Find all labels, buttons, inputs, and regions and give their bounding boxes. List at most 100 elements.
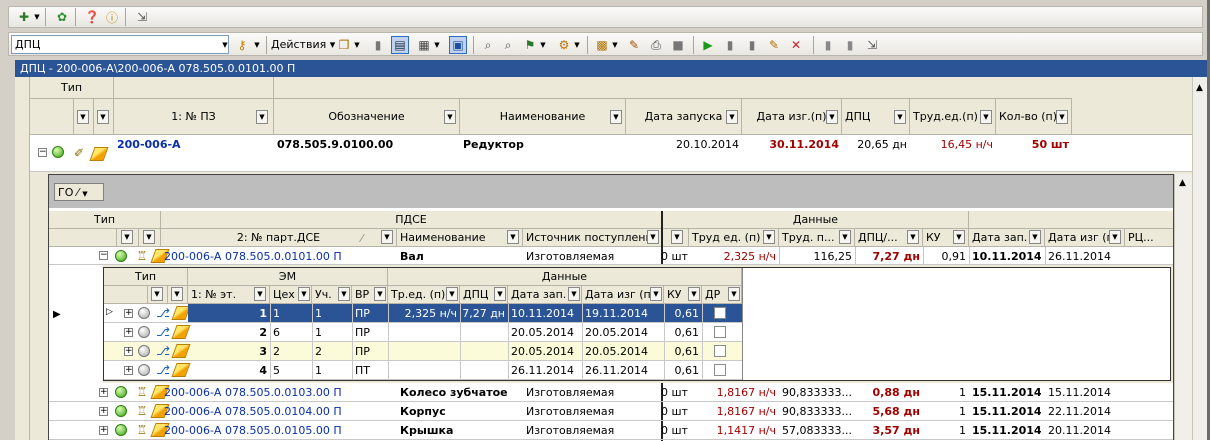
- delete-icon[interactable]: ✕: [787, 36, 805, 54]
- column-header-tr-ed[interactable]: Тр.ед. (п) ▼: [388, 286, 460, 304]
- column-header-shop[interactable]: Цех ▼: [270, 286, 312, 304]
- column-header-launch[interactable]: Дата запуска ▼: [626, 99, 742, 135]
- column-header-ku[interactable]: КУ ▼: [664, 286, 702, 304]
- column-header-ku[interactable]: КУ ▼: [923, 229, 969, 247]
- column-header-pz[interactable]: 1: № ПЗ ▼: [114, 99, 274, 135]
- view-table-icon[interactable]: ▦: [415, 36, 433, 54]
- column-header-labor[interactable]: Труд.ед.(п) ▼: [910, 99, 996, 135]
- table-row[interactable]: + ⎇ 3 2 2 ПР 20.05.2014 20.05.2014 0,61: [104, 342, 742, 361]
- table-row[interactable]: ▷ + ⎇ 1 1 1 ПР 2,325 н/ч 7,27 дн 10.11.2…: [104, 304, 742, 323]
- column-header-start[interactable]: Дата зап. ▼: [969, 229, 1045, 247]
- column-header-dpc[interactable]: ДПЦ ▼: [842, 99, 910, 135]
- group-chip-go[interactable]: ГО ⁄ ▼: [54, 183, 104, 201]
- column-header-name[interactable]: Наименование ▼: [460, 99, 626, 135]
- report-icon[interactable]: ✎: [625, 36, 643, 54]
- filter-icon[interactable]: ⚑: [521, 36, 539, 54]
- column-header-labor-p[interactable]: Труд. п... ▼: [779, 229, 855, 247]
- table-row[interactable]: − ✐ 200-006-А 078.505.9.0100.00 Редуктор…: [30, 135, 1192, 172]
- expand-toggle[interactable]: +: [124, 328, 133, 337]
- part-number[interactable]: 200-006-А 078.505.0.0104.00 П: [161, 404, 345, 418]
- table-row[interactable]: + ♖ 200-006-А 078.505.0.0104.00 П Корпус…: [49, 402, 1173, 421]
- actions-menu[interactable]: Действия ▾: [271, 38, 335, 51]
- chevron-down-icon[interactable]: ▼: [539, 36, 547, 54]
- outer-scrollbar[interactable]: ▲: [1192, 77, 1207, 440]
- expand-toggle[interactable]: +: [99, 407, 108, 416]
- column-header-dpc[interactable]: ДПЦ ▼: [460, 286, 508, 304]
- export-icon[interactable]: ⇲: [863, 36, 881, 54]
- pages-icon[interactable]: ▮: [743, 36, 761, 54]
- chevron-down-icon[interactable]: ▼: [221, 36, 229, 54]
- expand-toggle[interactable]: +: [124, 366, 133, 375]
- expand-toggle[interactable]: +: [99, 426, 108, 435]
- copy-icon[interactable]: ❐: [335, 36, 353, 54]
- chevron-down-icon[interactable]: ▼: [573, 36, 581, 54]
- chevron-down-icon[interactable]: ▼: [33, 8, 41, 26]
- chevron-down-icon[interactable]: ▼: [611, 36, 619, 54]
- scroll-up-icon[interactable]: ▲: [1196, 83, 1203, 93]
- table-row[interactable]: + ⎇ 4 5 1 ПТ 26.11.2014 26.11.2014 0,61: [104, 361, 742, 380]
- pz-number[interactable]: 200-006-А: [114, 137, 184, 151]
- search-icon[interactable]: ⌕: [479, 36, 497, 54]
- tools-icon[interactable]: ⚙: [555, 36, 573, 54]
- column-header-source[interactable]: Источник поступления ▼: [523, 229, 663, 247]
- grid-icon[interactable]: ▣: [449, 36, 467, 54]
- column-header-made[interactable]: Дата изг (п) ▼: [1045, 229, 1125, 247]
- dr-checkbox[interactable]: [714, 326, 726, 338]
- info-icon[interactable]: ⓘ: [103, 8, 121, 26]
- column-header-designation[interactable]: Обозначение ▼: [274, 99, 460, 135]
- dr-checkbox[interactable]: [714, 345, 726, 357]
- search-input[interactable]: [11, 35, 229, 54]
- dr-checkbox[interactable]: [714, 364, 726, 376]
- unpost-icon[interactable]: ▮: [841, 36, 859, 54]
- made-date: 15.11.2014: [1048, 385, 1111, 399]
- key-icon[interactable]: ⚷: [233, 36, 251, 54]
- column-header-name[interactable]: Наименование ▼: [397, 229, 523, 247]
- edit-icon[interactable]: ✎: [765, 36, 783, 54]
- expand-toggle[interactable]: +: [124, 347, 133, 356]
- part-number[interactable]: 200-006-А 078.505.0.0105.00 П: [161, 423, 345, 437]
- column-header-area[interactable]: Уч. ▼: [312, 286, 352, 304]
- folder-icon[interactable]: ▩: [593, 36, 611, 54]
- column-header-qty[interactable]: Кол-во (п) ▼: [996, 99, 1072, 135]
- print-icon[interactable]: ⎙: [647, 36, 665, 54]
- column-header-labor[interactable]: Труд ед. (п) ▼: [689, 229, 779, 247]
- refresh-icon[interactable]: ✿: [53, 8, 71, 26]
- column-header-made[interactable]: Дата изг.(п) ▼: [742, 99, 842, 135]
- expand-toggle[interactable]: −: [38, 148, 47, 157]
- scroll-up-icon[interactable]: ▲: [1179, 178, 1186, 188]
- column-header-made[interactable]: Дата изг (п) ▼: [582, 286, 664, 304]
- chevron-down-icon[interactable]: ▼: [253, 36, 261, 54]
- filter-dropdown[interactable]: ▼: [97, 110, 109, 124]
- table-row[interactable]: + ⎇ 2 6 1 ПР 20.05.2014 20.05.2014 0,61: [104, 323, 742, 342]
- column-header-start[interactable]: Дата зап. ▼: [508, 286, 582, 304]
- expand-toggle[interactable]: −: [99, 251, 108, 260]
- expand-toggle[interactable]: +: [124, 309, 133, 318]
- chevron-down-icon[interactable]: ▼: [353, 36, 361, 54]
- inner-scrollbar[interactable]: ▲: [1174, 174, 1192, 440]
- column-header-part[interactable]: 2: № парт.ДСЕ ⁄ ▼: [161, 229, 397, 247]
- add-icon[interactable]: ✚: [15, 8, 33, 26]
- expand-toggle[interactable]: +: [99, 388, 108, 397]
- column-header-rc[interactable]: РЦ...: [1125, 229, 1173, 247]
- stop-icon[interactable]: ■: [669, 36, 687, 54]
- play-icon[interactable]: ▶: [699, 36, 717, 54]
- filter-dropdown[interactable]: ▼: [77, 110, 89, 124]
- column-header-stage[interactable]: 1: № эт. ▼: [188, 286, 270, 304]
- view-form-icon[interactable]: ▤: [391, 36, 409, 54]
- table-row[interactable]: − ♖ 200-006-А 078.505.0.0101.00 П Вал Из…: [49, 247, 1173, 265]
- column-header-dpc[interactable]: ДПЦ/... ▼: [855, 229, 923, 247]
- table-row[interactable]: + ♖ 200-006-А 078.505.0.0103.00 П Колесо…: [49, 383, 1173, 402]
- column-header-vr[interactable]: ВР ▼: [352, 286, 388, 304]
- chevron-down-icon[interactable]: ▼: [433, 36, 441, 54]
- search-next-icon[interactable]: ⌕: [499, 36, 517, 54]
- dr-checkbox[interactable]: [714, 307, 726, 319]
- document-icon[interactable]: ▮: [369, 36, 387, 54]
- table-row[interactable]: + ♖ 200-006-А 078.505.0.0105.00 П Крышка…: [49, 421, 1173, 440]
- export-icon[interactable]: ⇲: [133, 8, 151, 26]
- part-number[interactable]: 200-006-А 078.505.0.0103.00 П: [161, 385, 345, 399]
- post-icon[interactable]: ▮: [819, 36, 837, 54]
- column-header-dr[interactable]: ДР ▼: [702, 286, 742, 304]
- page-icon[interactable]: ▮: [721, 36, 739, 54]
- part-number[interactable]: 200-006-А 078.505.0.0101.00 П: [161, 249, 345, 263]
- help-icon[interactable]: ❓: [83, 8, 101, 26]
